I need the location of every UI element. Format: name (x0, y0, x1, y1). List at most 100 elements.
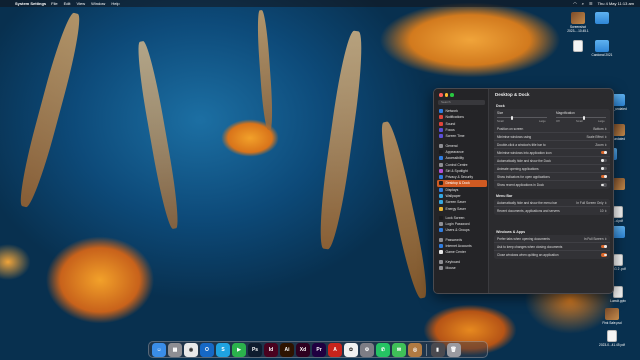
game-center-icon (439, 250, 443, 255)
desktop-file[interactable]: Fink Sale.psd (596, 308, 628, 325)
desktop-folder[interactable]: Cardonal 2021 (586, 40, 618, 57)
desktop-file[interactable]: 2023-0...41.45 pdf (596, 330, 628, 347)
sidebar-item-label: Desktop & Dock (445, 181, 470, 186)
sidebar-item-label: Mouse (445, 265, 456, 270)
sidebar-item-displays[interactable]: Displays (437, 187, 487, 193)
dock-acrobat-icon[interactable]: A (328, 342, 342, 357)
menubar-clock[interactable]: Thu 4 May 11:13 am (598, 1, 634, 6)
search-icon[interactable]: ⌕ (582, 1, 584, 6)
size-label: Size (497, 111, 504, 115)
desktop-dock-icon (439, 181, 443, 186)
desktop-icon-label: Lumdt.pptx (610, 299, 626, 303)
setting-select[interactable]: 10 ⇕ (600, 209, 607, 213)
select-value: Scale Effect (586, 134, 604, 139)
dock-xd-icon[interactable]: Xd (296, 342, 310, 357)
appearance-icon (439, 149, 443, 154)
sidebar-item-sound[interactable]: Sound (437, 121, 487, 127)
sidebar-item-keyboard[interactable]: Keyboard (437, 259, 487, 265)
dock-photos-icon[interactable]: ✿ (344, 342, 358, 357)
desktop-folder[interactable] (586, 12, 618, 25)
setting-select[interactable]: Zoom ⇕ (595, 143, 607, 147)
menu-window[interactable]: Window (91, 1, 105, 6)
dock-system-settings-icon[interactable]: ⚙ (360, 342, 374, 357)
dock-settings-group: Size Magnification Small Large Off Small… (494, 109, 610, 189)
sidebar-item-notifications[interactable]: Notifications (437, 114, 487, 120)
energy-saver-icon (439, 206, 443, 211)
dock-photoshop-icon[interactable]: Ps (248, 342, 262, 357)
dock-illustrator-icon[interactable]: Ai (280, 342, 294, 357)
desktop-icon-label: Cardonal 2021 (591, 53, 613, 57)
sidebar-search-input[interactable]: Search (438, 100, 485, 105)
menu-help[interactable]: Help (111, 1, 119, 6)
select-value: In Full Screen Only (576, 200, 604, 205)
section-heading-dock: Dock (496, 104, 505, 108)
setting-toggle[interactable] (601, 253, 607, 257)
setting-select[interactable]: Scale Effect ⇕ (587, 135, 607, 139)
sidebar-item-label: Privacy & Security (445, 175, 474, 180)
setting-toggle[interactable] (601, 174, 607, 179)
sidebar-item-label: Siri & Spotlight (445, 168, 468, 173)
menu-app-name[interactable]: System Settings (15, 1, 46, 6)
dock-messages-icon[interactable]: ✉ (392, 342, 406, 357)
desktop-icon-label: Fink Sale.psd (602, 321, 622, 325)
thumb-icon (571, 12, 585, 24)
dock-launchpad-icon[interactable]: ▦ (168, 342, 182, 357)
mag-tick-off: Off (556, 120, 560, 123)
dock-indesign-icon[interactable]: Id (264, 342, 278, 357)
zoom-button[interactable] (450, 93, 454, 97)
sidebar-item-label: Users & Groups (445, 228, 470, 233)
dock-whatsapp-icon[interactable]: ✆ (376, 342, 390, 357)
dock-trash-icon[interactable]: 🗑 (446, 342, 461, 357)
internet-accounts-icon (439, 244, 443, 249)
setting-label: Animate opening applications (497, 166, 539, 171)
dock-size-row: Size Magnification Small Large Off Small… (494, 109, 610, 125)
dock-finder-icon[interactable]: ☺ (152, 342, 166, 357)
setting-select[interactable]: In Full Screen Only ⇕ (576, 201, 607, 205)
dock-outlook-icon[interactable]: O (200, 342, 214, 357)
window-controls (439, 93, 454, 97)
setting-label: Double-click a window's title bar to (497, 142, 546, 147)
sidebar-item-mouse[interactable]: Mouse (437, 265, 487, 271)
dock-glyph: Xd (299, 346, 307, 353)
keyboard-icon (439, 259, 443, 264)
size-slider-knob[interactable] (511, 115, 513, 120)
sidebar-item-label: Control Centre (445, 162, 468, 167)
dock-skype-icon[interactable]: S (216, 342, 230, 357)
sidebar-item-control-centre[interactable]: Control Centre (437, 161, 487, 167)
menu-file[interactable]: File (51, 1, 57, 6)
dock-app-store-icon[interactable]: ◎ (408, 342, 422, 357)
notifications-icon (439, 115, 443, 120)
sidebar-item-label: Energy Saver (445, 206, 467, 211)
magnification-slider[interactable] (556, 117, 606, 118)
setting-label: Position on screen (497, 126, 524, 131)
setting-toggle[interactable] (601, 158, 607, 163)
menu-view[interactable]: View (76, 1, 85, 6)
control-centre-icon[interactable]: ☰ (589, 1, 593, 6)
dock-glyph: S (221, 346, 225, 353)
setting-select[interactable]: Bottom ⇕ (593, 127, 607, 131)
close-button[interactable] (439, 93, 443, 97)
minimise-button[interactable] (444, 93, 448, 97)
setting-row-minimise-windows-using: Minimise windows using Scale Effect ⇕ (494, 133, 610, 141)
sidebar-item-general[interactable]: General (437, 142, 487, 148)
setting-toggle[interactable] (601, 150, 607, 155)
magnification-slider-knob[interactable] (582, 115, 585, 120)
dock-chrome-icon[interactable]: ◉ (184, 342, 198, 357)
dock-glyph: ⚙ (364, 346, 370, 353)
setting-select[interactable]: In Full Screen ⇕ (584, 237, 607, 241)
siri-spotlight-icon (439, 168, 443, 173)
jellyfish-tentacle (255, 9, 275, 131)
users-groups-icon (439, 228, 443, 233)
sidebar-item-passwords[interactable]: Passwords (437, 237, 487, 243)
wifi-icon[interactable]: ◠ (573, 1, 577, 6)
setting-toggle[interactable] (601, 183, 607, 187)
sidebar-item-desktop-dock[interactable]: Desktop & Dock (437, 180, 487, 187)
size-slider[interactable] (497, 117, 547, 118)
menu-edit[interactable]: Edit (64, 1, 71, 6)
dock-premiere-icon[interactable]: Pr (312, 342, 326, 357)
setting-toggle[interactable] (601, 244, 607, 249)
dock-glyph: ▮ (436, 346, 439, 353)
dock-facetime-icon[interactable]: ▶ (232, 342, 246, 357)
dock-downloads-icon[interactable]: ▮ (430, 342, 445, 357)
setting-toggle[interactable] (601, 166, 607, 171)
